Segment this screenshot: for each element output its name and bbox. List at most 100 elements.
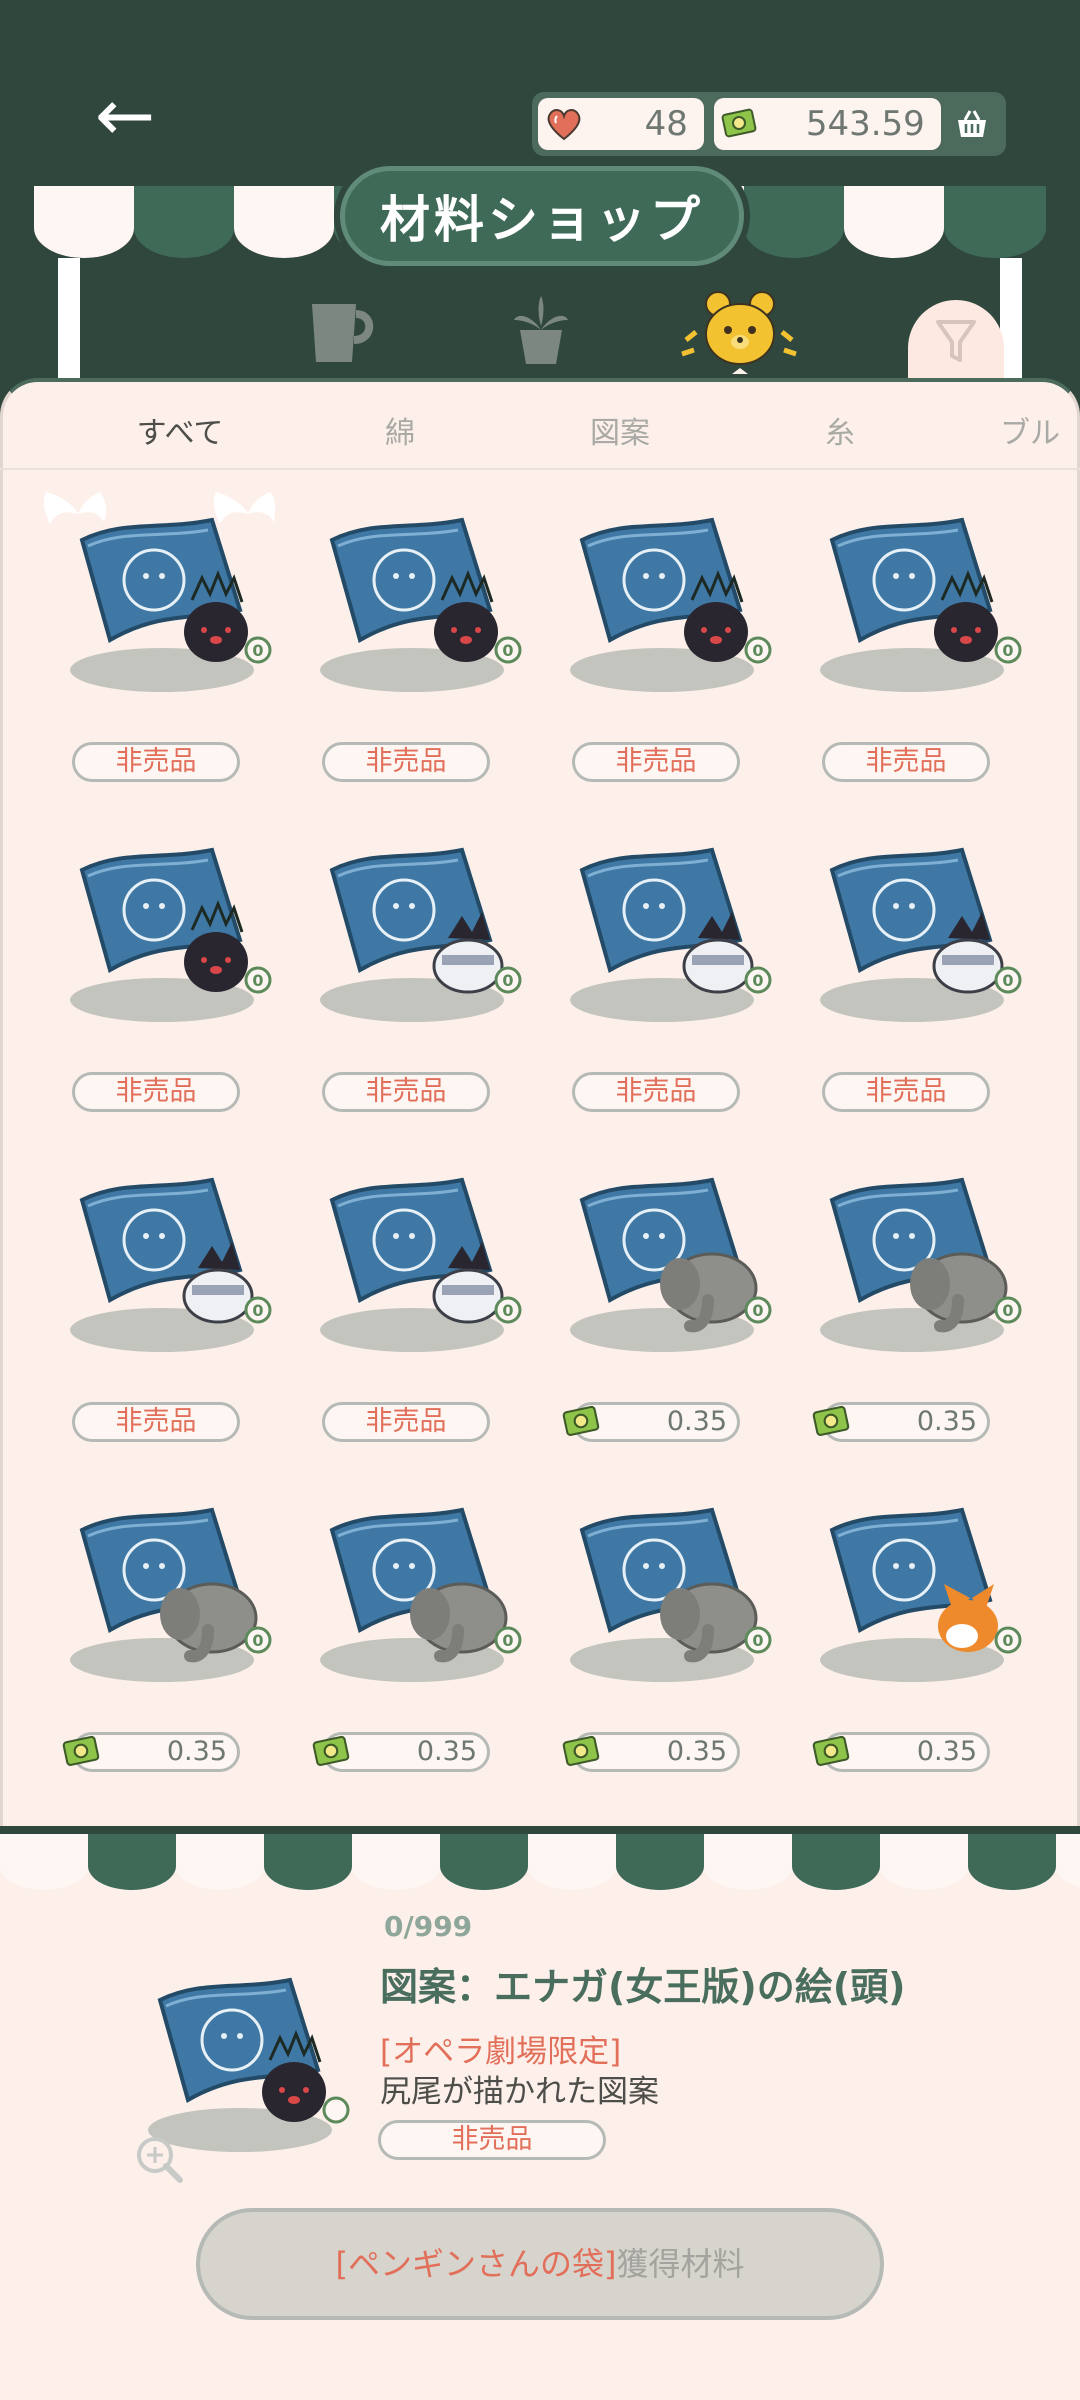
item-card[interactable]: 0 非売品 (62, 820, 282, 1120)
heart-counter: 48 (538, 98, 704, 150)
subtab-thread[interactable]: 糸 (760, 400, 920, 468)
svg-text:0: 0 (752, 1301, 763, 1320)
item-price: 非売品 (572, 1072, 740, 1112)
filter-button[interactable] (908, 300, 1004, 390)
money-icon (562, 1405, 600, 1436)
subtab-pattern[interactable]: 図案 (540, 400, 700, 468)
item-card[interactable]: 0 非売品 (62, 1150, 282, 1450)
svg-text:0: 0 (252, 1631, 263, 1650)
svg-text:0: 0 (252, 971, 263, 990)
item-price: 0.35 (562, 1402, 740, 1442)
bear-icon[interactable] (672, 284, 808, 380)
pattern-penguin-image: 0 (820, 847, 1022, 1022)
item-price: 非売品 (322, 1072, 490, 1112)
price-value: 非売品 (115, 1076, 197, 1107)
item-price: 非売品 (572, 742, 740, 782)
item-price: 非売品 (822, 1072, 990, 1112)
item-price: 非売品 (322, 742, 490, 782)
subtab-divider (0, 468, 1080, 470)
basket-icon (958, 110, 987, 137)
price-value: 0.35 (916, 1736, 977, 1767)
svg-text:0: 0 (752, 641, 763, 660)
subtab-more[interactable]: ブル (1000, 400, 1080, 468)
item-price: 非売品 (72, 742, 240, 782)
bag-name: [ペンギンさんの袋] (335, 2245, 617, 2283)
price-value: 非売品 (365, 1076, 447, 1107)
item-price: 非売品 (378, 2120, 606, 2160)
item-card[interactable]: 0 非売品 (562, 820, 782, 1120)
item-card[interactable]: 0 0.35 (812, 1150, 1032, 1450)
detail-awning (0, 1826, 1080, 1890)
item-card[interactable]: 0 非売品 (62, 490, 282, 790)
money-icon (812, 1405, 850, 1436)
item-price: 非売品 (72, 1402, 240, 1442)
currency-bar: 48 543.59 (532, 92, 1006, 156)
bag-suffix: 獲得材料 (616, 2245, 745, 2283)
svg-text:0: 0 (502, 971, 513, 990)
item-card[interactable]: 0 非売品 (812, 490, 1032, 790)
item-price: 0.35 (562, 1732, 740, 1772)
subtab-all[interactable]: すべて (100, 400, 260, 468)
money-amount: 543.59 (805, 104, 925, 144)
item-price: 非売品 (72, 1072, 240, 1112)
pattern-elephant-image: 0 (570, 1507, 772, 1682)
money-icon (312, 1735, 350, 1766)
pattern-elephant-image: 0 (570, 1177, 772, 1352)
subtab-cotton[interactable]: 綿 (320, 400, 480, 468)
item-card[interactable]: 0 非売品 (312, 1150, 532, 1450)
pattern-penguin-image: 0 (570, 847, 772, 1022)
price-value: 0.35 (666, 1736, 727, 1767)
price-value: 非売品 (365, 1406, 447, 1437)
price-value: 非売品 (115, 746, 197, 777)
bag-source-button[interactable]: [ペンギンさんの袋]獲得材料 (196, 2208, 884, 2320)
cup-icon[interactable] (294, 290, 384, 370)
pattern-elephant-image: 0 (70, 1507, 272, 1682)
item-price: 非売品 (822, 742, 990, 782)
item-card[interactable]: 0 非売品 (812, 820, 1032, 1120)
pattern-elephant-image: 0 (320, 1507, 522, 1682)
item-tag: [オペラ劇場限定] (380, 2034, 622, 2070)
item-card[interactable]: 0 非売品 (562, 490, 782, 790)
item-price: 0.35 (812, 1732, 990, 1772)
item-card[interactable]: 0 0.35 (312, 1480, 532, 1780)
price-value: 非売品 (615, 1076, 697, 1107)
back-arrow-icon[interactable]: ← (90, 79, 160, 151)
pattern-crow-image: 0 (820, 517, 1022, 692)
pattern-penguin-image: 0 (320, 1177, 522, 1352)
heart-count: 48 (644, 104, 688, 144)
item-card[interactable]: 0 0.35 (812, 1480, 1032, 1780)
item-card[interactable]: 0 非売品 (312, 490, 532, 790)
pattern-penguin-image: 0 (70, 1177, 272, 1352)
price-value: 非売品 (865, 746, 947, 777)
pattern-penguin-image: 0 (320, 847, 522, 1022)
price-value: 非売品 (615, 746, 697, 777)
item-card[interactable]: 0 0.35 (562, 1480, 782, 1780)
pattern-crow-image: 0 (570, 517, 772, 692)
filter-icon (936, 320, 976, 362)
svg-text:0: 0 (1002, 641, 1013, 660)
svg-text:0: 0 (502, 1631, 513, 1650)
basket-button[interactable] (944, 96, 1000, 152)
svg-text:0: 0 (752, 1631, 763, 1650)
subtab-bar: すべて 綿 図案 糸 ブル (0, 400, 1080, 468)
item-title: 図案：エナガ(女王版)の絵(頭) (380, 1965, 906, 2009)
plant-icon[interactable] (496, 290, 586, 370)
svg-text:0: 0 (502, 641, 513, 660)
price-value: 非売品 (365, 746, 447, 777)
price-value: 0.35 (916, 1406, 977, 1437)
zoom-icon[interactable] (130, 2130, 188, 2188)
item-price: 0.35 (312, 1732, 490, 1772)
svg-text:0: 0 (1002, 1631, 1013, 1650)
item-card[interactable]: 0 非売品 (312, 820, 532, 1120)
svg-text:0: 0 (252, 641, 263, 660)
stock-count: 0/999 (384, 1910, 473, 1943)
item-card[interactable]: 0 0.35 (562, 1150, 782, 1450)
item-card[interactable]: 0 0.35 (62, 1480, 282, 1780)
item-price: 非売品 (322, 1402, 490, 1442)
item-description: 尻尾が描かれた図案 (380, 2074, 659, 2110)
money-counter: 543.59 (713, 98, 941, 150)
money-icon (62, 1735, 100, 1766)
price-value: 0.35 (166, 1736, 227, 1767)
svg-text:0: 0 (252, 1301, 263, 1320)
price-value: 0.35 (666, 1406, 727, 1437)
